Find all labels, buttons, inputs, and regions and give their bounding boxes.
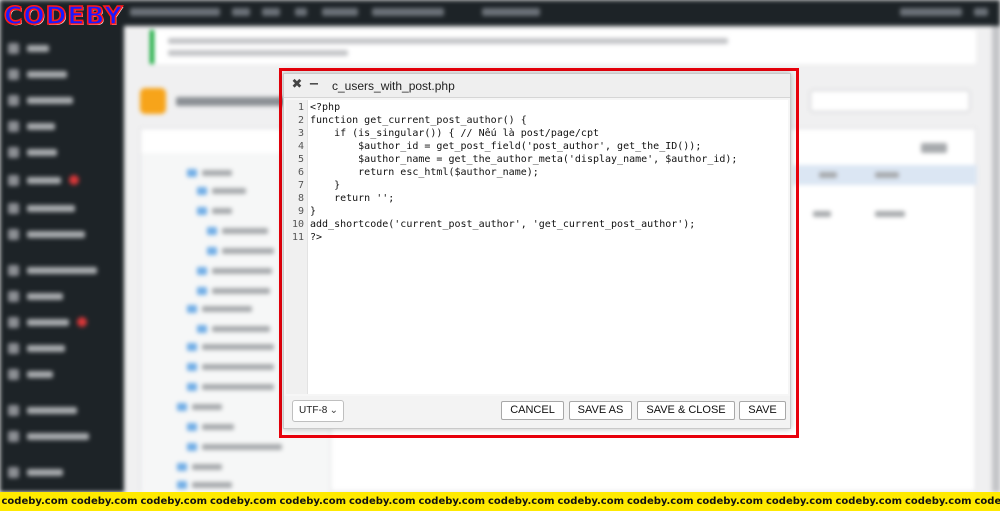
admin-bar-item	[900, 8, 962, 16]
sidebar-item	[8, 228, 85, 240]
watermark-text: codeby.com	[140, 496, 207, 507]
line-number: 4	[297, 141, 304, 152]
sidebar-item	[8, 146, 57, 158]
code-line: <?php	[310, 102, 341, 113]
sidebar-item	[8, 120, 55, 132]
cancel-button[interactable]: CANCEL	[501, 401, 564, 420]
line-number: 6	[297, 167, 304, 178]
watermark-text: codeby.com	[974, 496, 1000, 507]
sidebar-item	[8, 290, 63, 302]
save-button[interactable]: SAVE	[739, 401, 786, 420]
close-icon[interactable]: ✖	[290, 78, 304, 92]
sidebar-item	[8, 466, 63, 478]
sidebar-item	[8, 94, 73, 106]
watermark-strip: codeby.com codeby.com codeby.com codeby.…	[0, 492, 1000, 511]
admin-notice	[150, 30, 976, 64]
watermark-text: codeby.com	[904, 496, 972, 507]
encoding-select[interactable]: UTF-8 ⌄	[292, 400, 344, 422]
sidebar-item	[8, 316, 87, 328]
code-editor[interactable]: 1 2 3 4 5 6 7 8 9 10 11 <?php function g…	[286, 100, 788, 394]
line-number: 5	[297, 154, 304, 165]
line-number: 8	[297, 193, 304, 204]
code-line: if (is_singular()) { // Nếu là post/page…	[310, 128, 599, 139]
minimize-icon[interactable]: −	[307, 78, 321, 92]
watermark-text: codeby.com	[626, 496, 694, 507]
sidebar-item	[8, 368, 53, 380]
codeby-logo: CODEBY	[3, 0, 124, 31]
watermark-text: codeby.com	[487, 496, 555, 507]
line-number: 7	[297, 180, 304, 191]
file-manager-logo	[140, 88, 166, 114]
code-line: }	[310, 180, 341, 191]
line-number: 2	[297, 115, 304, 126]
sidebar-item	[8, 264, 97, 276]
code-line: add_shortcode('current_post_author', 'ge…	[310, 219, 696, 230]
line-number: 9	[297, 206, 304, 217]
watermark-text: codeby.com	[835, 496, 902, 507]
line-number: 10	[291, 219, 304, 230]
sidebar-item	[8, 68, 67, 80]
sidebar-item	[8, 42, 49, 54]
sidebar-item	[8, 174, 79, 186]
watermark-text: codeby.com	[279, 496, 346, 507]
dialog-filename: c_users_with_post.php	[332, 79, 455, 93]
sidebar-item	[8, 430, 89, 442]
admin-sidebar	[0, 26, 124, 492]
save-as-button[interactable]: SAVE AS	[569, 401, 632, 420]
code-line: $author_id = get_post_field('post_author…	[310, 141, 702, 152]
sidebar-item	[8, 202, 75, 214]
admin-bar	[0, 0, 1000, 26]
admin-bar-item	[130, 8, 220, 16]
line-number: 1	[297, 102, 304, 113]
watermark-text: codeby.com	[765, 496, 833, 507]
code-line: return esc_html($author_name);	[310, 167, 539, 178]
encoding-value: UTF-8	[299, 405, 328, 416]
code-line: ?>	[310, 232, 323, 243]
admin-bar-item	[262, 8, 280, 16]
admin-bar-item	[232, 8, 250, 16]
watermark-text: codeby.com	[209, 496, 277, 507]
chevron-down-icon: ⌄	[329, 405, 338, 416]
sidebar-item	[8, 342, 65, 354]
admin-bar-item	[372, 8, 444, 16]
code-line: $author_name = get_the_author_meta('disp…	[310, 154, 738, 165]
line-number-gutter: 1 2 3 4 5 6 7 8 9 10 11	[286, 100, 308, 394]
watermark-text: codeby.com	[418, 496, 485, 507]
code-line: }	[310, 206, 317, 217]
admin-bar-item	[295, 8, 307, 16]
line-number: 3	[297, 128, 304, 139]
sidebar-item	[8, 404, 77, 416]
admin-bar-item	[974, 8, 988, 16]
admin-bar-item	[322, 8, 358, 16]
language-select	[810, 90, 970, 112]
watermark-text: codeby.com	[696, 496, 763, 507]
watermark-text: codeby.com	[70, 496, 138, 507]
file-grid-header	[793, 165, 977, 185]
page-scrollbar	[992, 26, 1000, 492]
code-editor-dialog: ✖ − c_users_with_post.php 1 2 3 4 5 6 7 …	[283, 73, 791, 429]
dialog-footer: UTF-8 ⌄ CANCEL SAVE AS SAVE & CLOSE SAVE	[284, 396, 790, 428]
watermark-text: codeby.com	[1, 496, 68, 507]
code-line: return '';	[310, 193, 395, 204]
code-line: function get_current_post_author() {	[310, 115, 527, 126]
save-and-close-button[interactable]: SAVE & CLOSE	[637, 401, 735, 420]
dialog-titlebar: ✖ − c_users_with_post.php	[284, 74, 790, 98]
admin-bar-item	[482, 8, 540, 16]
watermark-text: codeby.com	[557, 496, 624, 507]
file-manager-title	[176, 97, 286, 106]
watermark-text: codeby.com	[348, 496, 416, 507]
line-number: 11	[291, 232, 304, 243]
